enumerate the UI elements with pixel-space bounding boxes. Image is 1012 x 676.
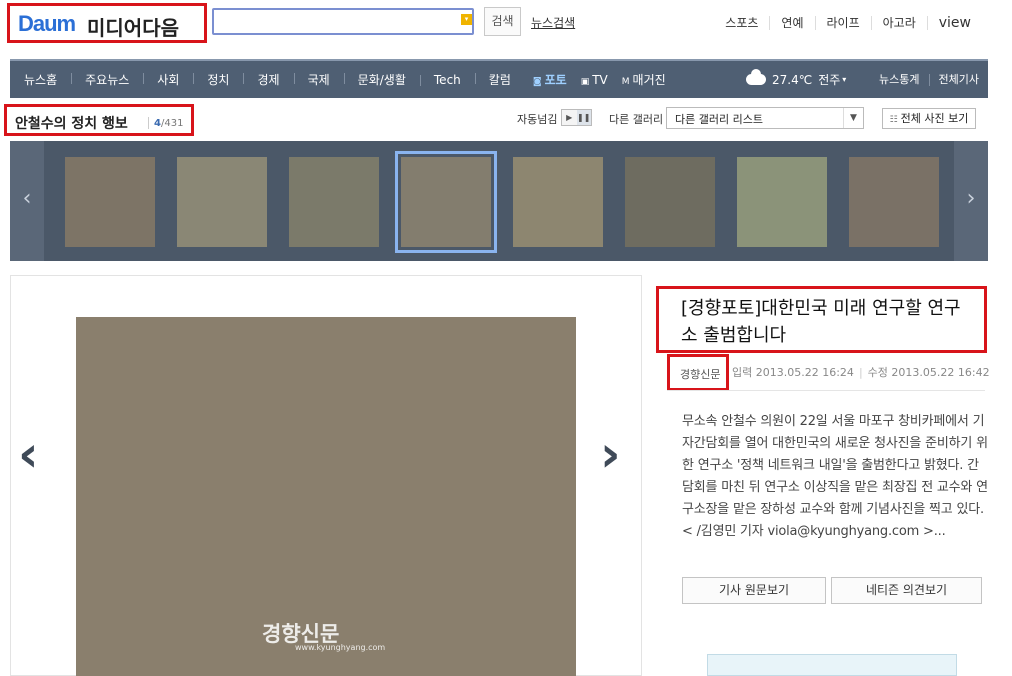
article-dates: 입력 2013.05.22 16:24 | 수정 2013.05.22 16:42 xyxy=(732,366,990,379)
magazine-icon: M xyxy=(621,77,630,87)
top-link-agora[interactable]: 아고라 xyxy=(870,16,927,30)
thumbnail-strip: ‹ › xyxy=(10,141,988,261)
thumbnail-5[interactable] xyxy=(513,157,603,247)
nav-item-culture[interactable]: 문화/생활 xyxy=(343,71,420,88)
nav-item-society[interactable]: 사회 xyxy=(143,71,193,88)
article-divider xyxy=(667,390,985,391)
ad-banner[interactable] xyxy=(707,654,957,676)
edit-date: 2013.05.22 16:42 xyxy=(891,366,990,379)
top-category-links: 스포츠 연예 라이프 아고라 view xyxy=(714,16,982,30)
gallery-title-box: 안철수의 정치 행보 4/431 xyxy=(4,104,194,136)
strip-next-arrow[interactable]: › xyxy=(954,141,988,261)
nav-item-top-news[interactable]: 주요뉴스 xyxy=(71,71,143,88)
thumbnail-7[interactable] xyxy=(737,157,827,247)
top-link-entertainment[interactable]: 연예 xyxy=(769,16,814,30)
gallery-current: 4 xyxy=(154,118,161,129)
search-options-icon[interactable]: ▾ xyxy=(461,14,472,25)
edit-label: 수정 xyxy=(867,366,888,379)
nav-item-photo[interactable]: ◙ 포토 xyxy=(525,71,581,88)
gallery-select-value: 다른 갤러리 리스트 xyxy=(675,113,763,126)
photo-next-arrow[interactable]: › xyxy=(600,425,621,483)
weather-widget[interactable]: 27.4℃ 전주 ▾ xyxy=(746,61,846,98)
main-nav-bar: 뉴스홈 주요뉴스 사회 정치 경제 국제 문화/생활 Tech 칼럼 ◙ 포토 ▣… xyxy=(10,59,988,98)
nav-news-stats[interactable]: 뉴스통계 xyxy=(870,73,928,86)
nav-item-economy[interactable]: 경제 xyxy=(243,71,293,88)
gallery-title: 안철수의 정치 행보 xyxy=(15,116,128,132)
gallery-counter: 4/431 xyxy=(154,118,183,129)
nav-item-world[interactable]: 국제 xyxy=(293,71,344,88)
gallery-total: /431 xyxy=(160,118,184,129)
nav-item-column[interactable]: 칼럼 xyxy=(474,71,525,88)
article-headline: [경향포토]대한민국 미래 연구할 연구소 출범합니다 xyxy=(681,298,961,346)
chevron-down-icon: ▾ xyxy=(842,75,847,84)
nav-item-politics[interactable]: 정치 xyxy=(193,71,243,88)
top-link-life[interactable]: 라이프 xyxy=(814,16,871,30)
grid-icon: ☷ xyxy=(889,115,901,125)
autoplay-label: 자동넘김 xyxy=(517,113,558,126)
thumbnail-8[interactable] xyxy=(849,157,939,247)
input-label: 입력 xyxy=(732,366,753,379)
view-original-button[interactable]: 기사 원문보기 xyxy=(682,577,826,604)
nav-item-tv[interactable]: ▣ TV xyxy=(581,73,622,87)
source-box: 경향신문 xyxy=(667,354,729,391)
daum-logo[interactable]: Daum 미디어다음 xyxy=(7,3,207,43)
pause-icon[interactable]: ❚❚ xyxy=(576,110,591,125)
article-source[interactable]: 경향신문 xyxy=(680,366,720,382)
view-all-photos-button[interactable]: ☷ 전체 사진 보기 xyxy=(882,108,976,129)
nav-item-tech[interactable]: Tech xyxy=(419,73,475,87)
camera-icon: ◙ xyxy=(532,77,542,87)
play-icon[interactable]: ▶ xyxy=(562,110,577,125)
cloud-icon xyxy=(746,69,766,85)
headline-box: [경향포토]대한민국 미래 연구할 연구소 출범합니다 xyxy=(656,286,987,353)
nav-tv-label: TV xyxy=(592,72,608,87)
thumbnail-6[interactable] xyxy=(625,157,715,247)
top-link-sports[interactable]: 스포츠 xyxy=(714,16,769,30)
thumbnail-2[interactable] xyxy=(177,157,267,247)
article-body: 무소속 안철수 의원이 22일 서울 마포구 창비카페에서 기자간담회를 열어 … xyxy=(682,414,988,539)
thumbnail-3[interactable] xyxy=(289,157,379,247)
daum-logo-mark: Daum xyxy=(18,11,76,36)
chevron-down-icon: ▼ xyxy=(843,108,863,128)
weather-city: 전주 xyxy=(818,73,841,87)
view-all-photos-label: 전체 사진 보기 xyxy=(900,112,969,125)
view-comments-button[interactable]: 네티즌 의견보기 xyxy=(831,577,982,604)
nav-magazine-label: 매거진 xyxy=(632,73,666,87)
photo-prev-arrow[interactable]: ‹ xyxy=(18,425,39,483)
top-link-view[interactable]: view xyxy=(926,16,982,30)
gallery-select[interactable]: 다른 갤러리 리스트 ▼ xyxy=(666,107,864,129)
nav-all-articles[interactable]: 전체기사 xyxy=(928,73,988,86)
nav-item-magazine[interactable]: M 매거진 xyxy=(622,71,680,88)
input-date: 2013.05.22 16:24 xyxy=(755,366,854,379)
weather-temp: 27.4℃ xyxy=(772,72,813,87)
search-button[interactable]: 검색 xyxy=(484,7,521,36)
tv-icon: ▣ xyxy=(580,76,590,87)
gallery-title-divider xyxy=(148,117,149,129)
other-gallery-label: 다른 갤러리 xyxy=(609,113,664,126)
thumbnail-4[interactable] xyxy=(395,151,497,253)
photo-watermark-url: www.kyunghyang.com xyxy=(295,643,386,652)
strip-prev-arrow[interactable]: ‹ xyxy=(10,141,44,261)
nav-item-news-home[interactable]: 뉴스홈 xyxy=(10,71,71,88)
nav-photo-label: 포토 xyxy=(544,73,567,87)
autoplay-controls: ▶ ❚❚ xyxy=(561,109,592,126)
news-search-link[interactable]: 뉴스검색 xyxy=(531,14,575,31)
media-daum-text: 미디어다음 xyxy=(87,16,179,40)
thumbnail-1[interactable] xyxy=(65,157,155,247)
search-input[interactable] xyxy=(212,8,474,35)
